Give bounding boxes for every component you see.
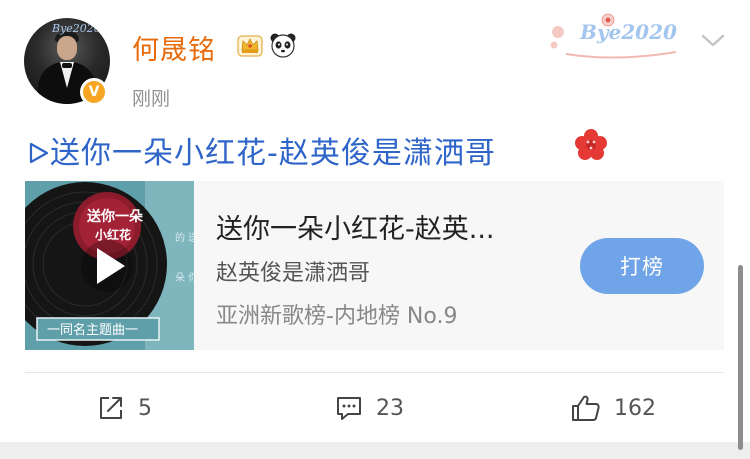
svg-text:小红花: 小红花 xyxy=(95,227,131,242)
comment-count: 23 xyxy=(376,395,404,421)
svg-text:的 送: 的 送 xyxy=(175,231,194,244)
comment-icon xyxy=(337,397,361,420)
share-count: 5 xyxy=(138,395,152,421)
red-flower-icon xyxy=(575,129,607,160)
chevron-down-icon[interactable] xyxy=(700,32,726,50)
like-icon xyxy=(572,395,600,421)
song-artist: 赵英俊是潇洒哥 xyxy=(216,261,371,286)
play-triangle-icon xyxy=(29,142,49,164)
vote-button[interactable]: 打榜 xyxy=(580,238,704,294)
crown-icon xyxy=(237,35,263,57)
avatar-face xyxy=(57,36,77,60)
svg-text:朵 你: 朵 你 xyxy=(175,271,194,284)
verified-badge: V xyxy=(80,78,108,106)
feed-separator xyxy=(0,442,750,459)
decoration-text: Bye2020 xyxy=(580,20,677,44)
author-name[interactable]: 何晟铭 xyxy=(132,28,216,67)
panda-icon xyxy=(270,33,296,58)
song-title: 送你一朵小红花-赵英... xyxy=(216,214,495,245)
post-text-link[interactable]: 送你一朵小红花-赵英俊是潇洒哥 xyxy=(28,128,496,172)
share-icon xyxy=(100,397,122,419)
comment-button[interactable]: 23 xyxy=(334,392,404,424)
svg-text:送你一朵: 送你一朵 xyxy=(86,208,144,225)
scrollbar[interactable] xyxy=(738,265,743,450)
avatar-caption: Bye2020 xyxy=(52,22,101,35)
like-button[interactable]: 162 xyxy=(570,392,656,424)
divider xyxy=(25,372,724,373)
svg-text:一同名主题曲一: 一同名主题曲一 xyxy=(47,322,138,338)
avatar-bowtie xyxy=(62,63,72,68)
share-button[interactable]: 5 xyxy=(96,392,152,424)
post-text: 送你一朵小红花-赵英俊是潇洒哥 xyxy=(50,136,496,171)
vinyl-record-art: 的 送 朵 你 送你一朵 小红花 一同名主题曲一 xyxy=(25,181,194,350)
chart-rank: 亚洲新歌榜-内地榜 No.9 xyxy=(216,304,458,329)
album-cover[interactable]: 的 送 朵 你 送你一朵 小红花 一同名主题曲一 xyxy=(25,181,194,350)
post-time: 刚刚 xyxy=(132,88,171,110)
like-count: 162 xyxy=(614,395,656,421)
music-card[interactable]: 的 送 朵 你 送你一朵 小红花 一同名主题曲一 送你一朵小红花-赵英... 赵… xyxy=(25,181,724,350)
